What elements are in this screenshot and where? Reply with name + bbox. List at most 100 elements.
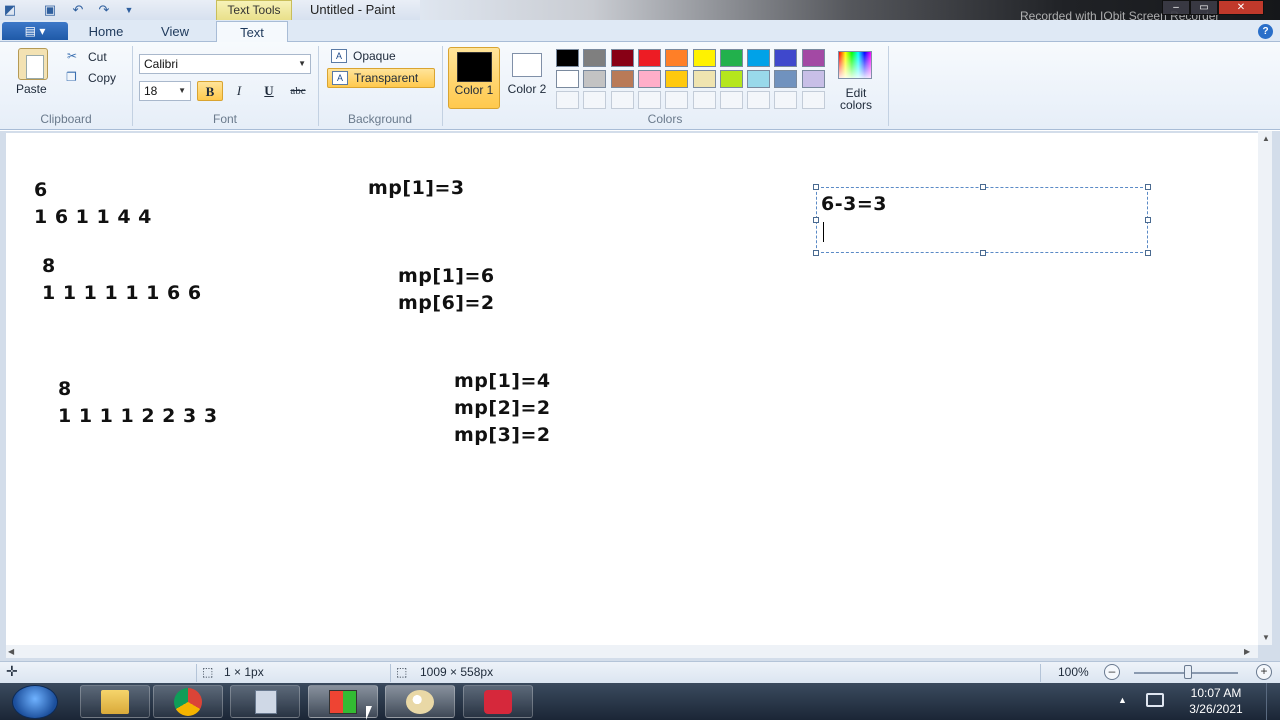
taskbar-screen-recorder[interactable] bbox=[463, 685, 533, 718]
palette-swatch[interactable] bbox=[610, 49, 634, 67]
clock-time[interactable]: 10:07 AM bbox=[1176, 686, 1256, 700]
resize-handle[interactable] bbox=[1145, 217, 1151, 223]
palette-swatch[interactable] bbox=[583, 49, 607, 67]
taskbar-paint[interactable] bbox=[385, 685, 455, 718]
font-size-select[interactable]: 18 ▼ bbox=[139, 81, 191, 101]
palette-empty-slot[interactable] bbox=[692, 91, 716, 109]
color2-swatch bbox=[512, 53, 542, 77]
palette-empty-slot[interactable] bbox=[801, 91, 825, 109]
palette-swatch[interactable] bbox=[774, 70, 798, 88]
scroll-up-icon[interactable]: ▲ bbox=[1262, 134, 1270, 143]
palette-swatch[interactable] bbox=[665, 70, 689, 88]
palette-empty-slot[interactable] bbox=[556, 91, 579, 109]
paste-button[interactable]: Paste bbox=[16, 82, 47, 96]
taskbar-calculator[interactable] bbox=[230, 685, 300, 718]
canvas-text: mp[6]=2 bbox=[398, 292, 495, 314]
color1-button[interactable]: Color 1 bbox=[448, 47, 500, 109]
palette-swatch[interactable] bbox=[692, 49, 716, 67]
paste-icon[interactable] bbox=[18, 48, 48, 80]
bold-button[interactable]: B bbox=[197, 81, 223, 101]
vertical-scrollbar[interactable]: ▲ ▼ bbox=[1258, 131, 1272, 645]
edit-colors-button[interactable]: Edit colors bbox=[834, 47, 878, 111]
italic-button[interactable]: I bbox=[226, 81, 252, 101]
drawing-canvas[interactable]: 6 1 6 1 1 4 4 8 1 1 1 1 1 1 6 6 8 1 1 1 … bbox=[6, 133, 1258, 645]
resize-handle[interactable] bbox=[1145, 250, 1151, 256]
scroll-right-icon[interactable]: ▶ bbox=[1244, 647, 1250, 656]
palette-swatch[interactable] bbox=[610, 70, 634, 88]
palette-empty-slot[interactable] bbox=[583, 91, 607, 109]
start-button[interactable] bbox=[12, 685, 58, 719]
resize-handle[interactable] bbox=[813, 250, 819, 256]
resize-handle[interactable] bbox=[980, 184, 986, 190]
customize-toolbar-icon[interactable]: ▼ bbox=[121, 2, 137, 18]
transparent-button[interactable]: A Transparent bbox=[327, 68, 435, 88]
palette-swatch[interactable] bbox=[556, 70, 579, 88]
palette-empty-slot[interactable] bbox=[719, 91, 743, 109]
maximize-button[interactable]: ▭ bbox=[1190, 0, 1218, 15]
text-caret bbox=[823, 222, 824, 242]
tab-view[interactable]: View bbox=[148, 21, 202, 42]
scroll-down-icon[interactable]: ▼ bbox=[1262, 633, 1270, 642]
colors-group-label: Colors bbox=[647, 112, 683, 126]
font-family-select[interactable]: Calibri ▼ bbox=[139, 54, 311, 74]
horizontal-scrollbar[interactable]: ◀ ▶ bbox=[6, 645, 1258, 658]
resize-handle[interactable] bbox=[980, 250, 986, 256]
palette-swatch[interactable] bbox=[637, 70, 661, 88]
undo-icon[interactable]: ↶ bbox=[70, 2, 86, 18]
resize-handle[interactable] bbox=[813, 217, 819, 223]
taskbar-explorer[interactable] bbox=[80, 685, 150, 718]
tab-home[interactable]: Home bbox=[80, 21, 132, 42]
palette-swatch[interactable] bbox=[692, 70, 716, 88]
palette-empty-slot[interactable] bbox=[747, 91, 771, 109]
palette-swatch[interactable] bbox=[583, 70, 607, 88]
palette-swatch[interactable] bbox=[801, 49, 825, 67]
background-group-label: Background bbox=[347, 112, 413, 126]
palette-empty-slot[interactable] bbox=[610, 91, 634, 109]
zoom-slider-thumb[interactable] bbox=[1184, 665, 1192, 679]
palette-swatch[interactable] bbox=[774, 49, 798, 67]
show-hidden-icons[interactable]: ▲ bbox=[1118, 695, 1127, 705]
color2-button[interactable]: Color 2 bbox=[506, 47, 548, 109]
palette-swatch[interactable] bbox=[747, 49, 771, 67]
zoom-in-button[interactable]: + bbox=[1256, 664, 1272, 680]
colorful-app-icon bbox=[329, 690, 357, 714]
canvas-size-icon: ⬚ bbox=[396, 665, 408, 679]
window-title: Untitled - Paint bbox=[310, 2, 396, 17]
close-button[interactable]: ✕ bbox=[1218, 0, 1264, 15]
network-icon[interactable] bbox=[1146, 693, 1164, 707]
save-icon[interactable]: ▣ bbox=[42, 2, 58, 18]
resize-handle[interactable] bbox=[813, 184, 819, 190]
paint-menu-button[interactable]: ▤ ▾ bbox=[2, 22, 68, 40]
palette-empty-slot[interactable] bbox=[637, 91, 661, 109]
underline-button[interactable]: U bbox=[256, 81, 282, 101]
show-desktop-button[interactable] bbox=[1266, 683, 1280, 720]
redo-icon[interactable]: ↷ bbox=[96, 2, 112, 18]
tab-text[interactable]: Text bbox=[216, 21, 288, 43]
palette-empty-slot[interactable] bbox=[665, 91, 689, 109]
palette-empty-slot[interactable] bbox=[774, 91, 798, 109]
palette-swatch[interactable] bbox=[747, 70, 771, 88]
palette-swatch[interactable] bbox=[637, 49, 661, 67]
palette-swatch[interactable] bbox=[719, 70, 743, 88]
help-icon[interactable]: ? bbox=[1258, 24, 1273, 39]
resize-handle[interactable] bbox=[1145, 184, 1151, 190]
opaque-button[interactable]: A Opaque bbox=[327, 47, 435, 67]
palette-swatch[interactable] bbox=[665, 49, 689, 67]
taskbar-chrome[interactable] bbox=[153, 685, 223, 718]
workspace: 6 1 6 1 1 4 4 8 1 1 1 1 1 1 6 6 8 1 1 1 … bbox=[0, 131, 1280, 661]
scroll-left-icon[interactable]: ◀ bbox=[8, 647, 14, 656]
palette-swatch[interactable] bbox=[719, 49, 743, 67]
palette-swatch[interactable] bbox=[556, 49, 579, 67]
clock-date[interactable]: 3/26/2021 bbox=[1176, 702, 1256, 716]
cut-button[interactable]: Cut bbox=[88, 50, 107, 64]
active-text-box[interactable]: 6-3=3 bbox=[813, 184, 1151, 256]
minimize-button[interactable]: – bbox=[1162, 0, 1190, 15]
strikethrough-button[interactable]: abc bbox=[285, 81, 311, 101]
scissors-icon: ✂ bbox=[67, 49, 78, 63]
paint-app-icon[interactable]: ◩ bbox=[2, 2, 18, 18]
edit-colors-label: Edit colors bbox=[839, 86, 872, 112]
palette-swatch[interactable] bbox=[801, 70, 825, 88]
copy-button[interactable]: Copy bbox=[88, 71, 116, 85]
folder-icon bbox=[101, 690, 129, 714]
zoom-out-button[interactable]: – bbox=[1104, 664, 1120, 680]
